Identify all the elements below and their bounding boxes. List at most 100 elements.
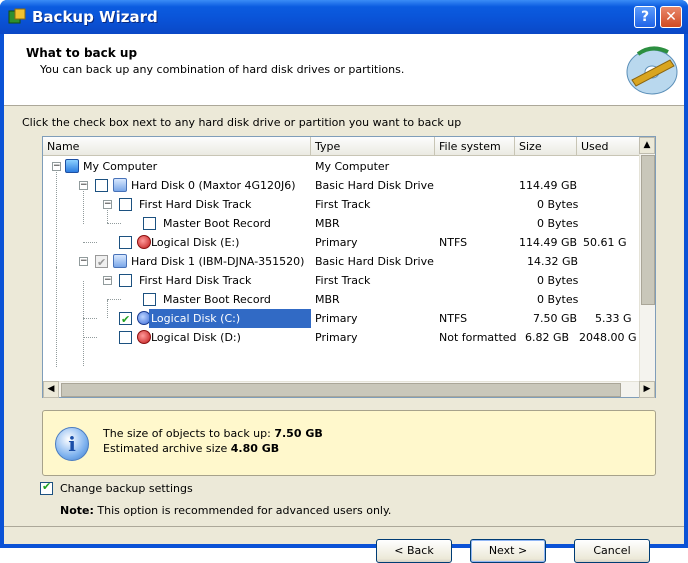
close-button[interactable]: ✕ (660, 6, 682, 28)
tree-row-hard-disk-1[interactable]: − Hard Disk 1 (IBM-DJNA-351520) Basic Ha… (43, 252, 639, 272)
row-file-system: NTFS (439, 312, 468, 325)
tree-row-logical-disk-c[interactable]: Logical Disk (C:) Primary NTFS 7.50 GB 5… (43, 309, 639, 329)
back-button[interactable]: < Back (376, 539, 452, 563)
window-title: Backup Wizard (32, 8, 158, 26)
select-checkbox[interactable] (119, 236, 132, 249)
select-checkbox[interactable] (119, 274, 132, 287)
collapse-toggle[interactable]: − (79, 181, 88, 190)
row-type: Basic Hard Disk Drive (315, 255, 434, 268)
column-name[interactable]: Name (43, 137, 311, 156)
wizard-client-area: What to back up You can back up any comb… (4, 34, 684, 563)
row-used: 5.33 G (595, 312, 632, 325)
tree-row-hard-disk-0[interactable]: − Hard Disk 0 (Maxtor 4G120J6) Basic Har… (43, 176, 639, 195)
select-checkbox[interactable] (119, 310, 132, 329)
size-info-panel: i The size of objects to back up: 7.50 G… (42, 410, 656, 476)
page-subtitle: You can back up any combination of hard … (40, 63, 405, 76)
row-type: Primary (315, 331, 358, 344)
tree-row-first-track[interactable]: − First Hard Disk Track First Track 0 By… (43, 195, 639, 214)
tree-line (107, 299, 121, 300)
row-size: 114.49 GB (519, 179, 578, 192)
disk-tree-grid: Name Type File system Size Used − My Com (42, 136, 656, 398)
row-size: 6.82 GB (525, 331, 570, 344)
hard-disk-icon (113, 178, 127, 192)
column-size[interactable]: Size (515, 137, 577, 156)
archive-size-text: Estimated archive size 4.80 GB (103, 442, 279, 455)
row-name: Hard Disk 0 (Maxtor 4G120J6) (131, 179, 296, 192)
scroll-up-icon[interactable]: ▲ (639, 137, 655, 154)
backup-size-value: 7.50 GB (274, 427, 323, 440)
row-type: First Track (315, 274, 371, 287)
row-type: Primary (315, 312, 358, 325)
column-used[interactable]: Used (577, 137, 641, 156)
row-size: 0 Bytes (537, 217, 579, 230)
row-type: First Track (315, 198, 371, 211)
horizontal-scrollbar[interactable]: ◀ ▶ (43, 381, 655, 398)
note-label: Note: (60, 504, 94, 517)
row-name: Logical Disk (C:) (149, 309, 311, 328)
row-name: Master Boot Record (163, 293, 271, 306)
row-type: Basic Hard Disk Drive (315, 179, 434, 192)
hard-disk-icon (113, 254, 127, 268)
help-button[interactable]: ? (634, 6, 656, 28)
collapse-toggle[interactable]: − (79, 257, 88, 266)
backup-wizard-window: Backup Wizard ? ✕ What to back up You ca… (0, 0, 688, 563)
row-type: MBR (315, 293, 340, 306)
grid-rows: − My Computer My Computer − Hard Disk 0 … (43, 157, 639, 379)
title-bar[interactable]: Backup Wizard ? ✕ (0, 0, 688, 34)
select-checkbox[interactable] (95, 253, 108, 272)
archive-size-value: 4.80 GB (230, 442, 280, 455)
tree-row-mbr[interactable]: Master Boot Record MBR 0 Bytes (43, 214, 639, 233)
select-checkbox[interactable] (143, 293, 156, 306)
select-checkbox[interactable] (143, 217, 156, 230)
select-checkbox[interactable] (95, 179, 108, 192)
row-name: First Hard Disk Track (139, 274, 252, 287)
partition-icon (137, 235, 151, 249)
row-size: 7.50 GB (533, 312, 578, 325)
row-name: Logical Disk (D:) (151, 331, 241, 344)
row-file-system: Not formatted (439, 331, 517, 344)
horizontal-scroll-thumb[interactable] (61, 383, 621, 397)
tree-line (83, 318, 97, 319)
row-name: My Computer (83, 160, 158, 173)
instruction-text: Click the check box next to any hard dis… (22, 116, 462, 129)
column-type[interactable]: Type (311, 137, 435, 156)
row-size: 114.49 GB (519, 236, 578, 249)
select-checkbox[interactable] (119, 331, 132, 344)
row-used: 2048.00 G (579, 331, 637, 344)
next-button[interactable]: Next > (470, 539, 546, 563)
tree-row-mbr[interactable]: Master Boot Record MBR 0 Bytes (43, 290, 639, 309)
grid-header: Name Type File system Size Used (43, 137, 641, 156)
app-icon (8, 8, 26, 26)
tree-row-logical-disk-d[interactable]: Logical Disk (D:) Primary Not formatted … (43, 328, 639, 347)
computer-icon (65, 159, 79, 173)
row-file-system: NTFS (439, 236, 468, 249)
vertical-scroll-thumb[interactable] (641, 155, 655, 305)
collapse-toggle[interactable]: − (52, 162, 61, 171)
backup-size-label: The size of objects to back up: (103, 427, 275, 440)
scroll-left-icon[interactable]: ◀ (43, 381, 59, 398)
info-icon: i (55, 427, 89, 461)
row-type: My Computer (315, 160, 390, 173)
row-type: Primary (315, 236, 358, 249)
tree-row-first-track[interactable]: − First Hard Disk Track First Track 0 By… (43, 271, 639, 290)
backup-disk-icon (624, 40, 680, 98)
tree-line (83, 242, 97, 243)
vertical-scrollbar[interactable]: ▲ (639, 137, 655, 381)
row-used: 50.61 G (583, 236, 627, 249)
row-name: Master Boot Record (163, 217, 271, 230)
collapse-toggle[interactable]: − (103, 276, 112, 285)
tree-row-logical-disk-e[interactable]: Logical Disk (E:) Primary NTFS 114.49 GB… (43, 233, 639, 252)
change-settings-checkbox[interactable] (40, 480, 53, 495)
row-name: Logical Disk (E:) (151, 236, 240, 249)
select-checkbox[interactable] (119, 198, 132, 211)
scroll-right-icon[interactable]: ▶ (639, 381, 655, 398)
row-size: 0 Bytes (537, 198, 579, 211)
tree-row-my-computer[interactable]: − My Computer My Computer (43, 157, 639, 176)
row-type: MBR (315, 217, 340, 230)
row-name: First Hard Disk Track (139, 198, 252, 211)
collapse-toggle[interactable]: − (103, 200, 112, 209)
cancel-button[interactable]: Cancel (574, 539, 650, 563)
advanced-note: Note: This option is recommended for adv… (60, 504, 391, 517)
column-file-system[interactable]: File system (435, 137, 515, 156)
change-settings-label[interactable]: Change backup settings (60, 482, 193, 495)
